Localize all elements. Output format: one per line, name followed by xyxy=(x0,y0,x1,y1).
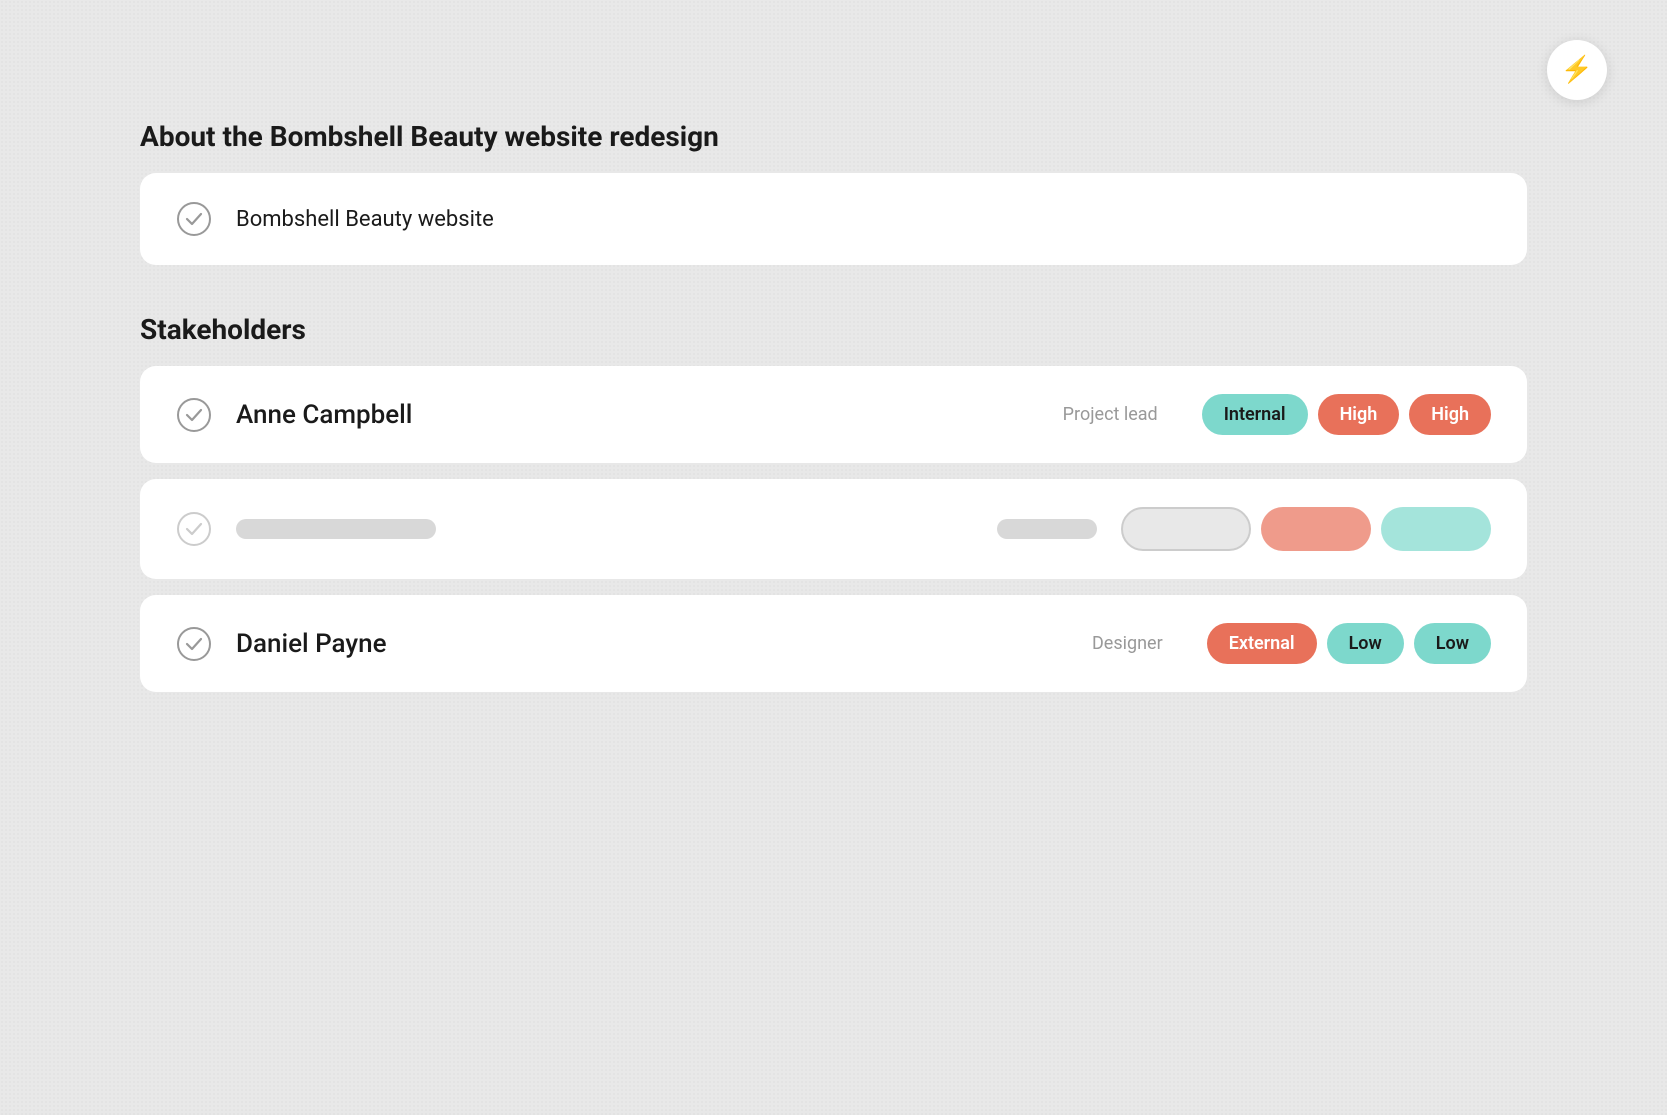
lightning-icon: ⚡ xyxy=(1561,55,1593,85)
stakeholder-row-skeleton xyxy=(140,479,1527,579)
daniel-name: Daniel Payne xyxy=(236,629,1068,659)
stakeholders-section-title: Stakeholders xyxy=(140,313,1527,346)
anne-tags: Internal High High xyxy=(1202,394,1491,435)
about-section: About the Bombshell Beauty website redes… xyxy=(140,120,1527,265)
anne-tag-internal[interactable]: Internal xyxy=(1202,394,1308,435)
main-content: About the Bombshell Beauty website redes… xyxy=(140,120,1527,708)
stakeholders-section: Stakeholders Anne Campbell Project lead … xyxy=(140,313,1527,692)
skeleton-tags xyxy=(1121,507,1491,551)
anne-role: Project lead xyxy=(1063,404,1158,425)
daniel-tag-external[interactable]: External xyxy=(1207,623,1317,664)
stakeholder-row-anne: Anne Campbell Project lead Internal High… xyxy=(140,366,1527,463)
skeleton-check-icon xyxy=(176,511,212,547)
daniel-role: Designer xyxy=(1092,633,1163,654)
anne-tag-high-1[interactable]: High xyxy=(1318,394,1400,435)
lightning-button[interactable]: ⚡ xyxy=(1547,40,1607,100)
daniel-tag-low-1[interactable]: Low xyxy=(1327,623,1404,664)
daniel-check-icon xyxy=(176,626,212,662)
anne-check-icon xyxy=(176,397,212,433)
skeleton-role-bar xyxy=(997,519,1097,539)
stakeholder-row-daniel: Daniel Payne Designer External Low Low xyxy=(140,595,1527,692)
daniel-tags: External Low Low xyxy=(1207,623,1491,664)
anne-tag-high-2[interactable]: High xyxy=(1409,394,1491,435)
anne-name: Anne Campbell xyxy=(236,400,1039,430)
skeleton-tag-teal xyxy=(1381,507,1491,551)
about-section-title: About the Bombshell Beauty website redes… xyxy=(140,120,1527,153)
skeleton-tag-orange xyxy=(1261,507,1371,551)
project-name: Bombshell Beauty website xyxy=(236,207,494,232)
project-card: Bombshell Beauty website xyxy=(140,173,1527,265)
project-check-icon xyxy=(176,201,212,237)
skeleton-tag-light xyxy=(1121,507,1251,551)
skeleton-name-bar xyxy=(236,519,436,539)
skeleton-content xyxy=(236,507,1491,551)
daniel-tag-low-2[interactable]: Low xyxy=(1414,623,1491,664)
